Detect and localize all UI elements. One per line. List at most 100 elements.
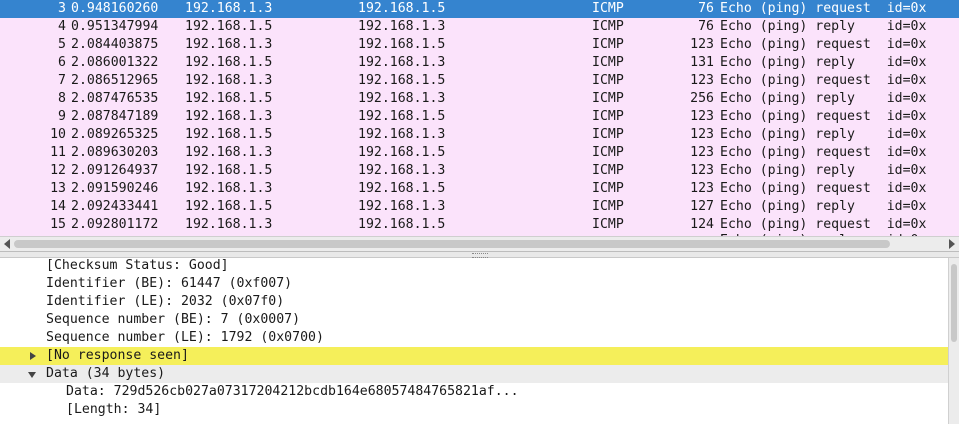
packet-info: Echo (ping) reply id=0x xyxy=(720,127,927,142)
packet-source: 192.168.1.5 xyxy=(185,199,273,214)
packet-row[interactable]: 9 2.087847189 192.168.1.3 192.168.1.5 ICMP 12… xyxy=(0,108,959,126)
packet-number: 15 xyxy=(50,217,66,232)
detail-row-no-response[interactable]: [No response seen] xyxy=(0,347,948,365)
packet-source: 192.168.1.3 xyxy=(185,145,273,160)
packet-destination: 192.168.1.3 xyxy=(358,199,446,214)
detail-text: Identifier (LE): 2032 (0x07f0) xyxy=(46,294,285,309)
horizontal-scrollbar-thumb[interactable] xyxy=(14,240,890,248)
packet-source: 192.168.1.3 xyxy=(185,181,273,196)
packet-row[interactable]: 13 2.091590246 192.168.1.3 192.168.1.5 ICMP 1… xyxy=(0,180,959,198)
packet-source: 192.168.1.5 xyxy=(185,163,273,178)
packet-number: 10 xyxy=(50,127,66,142)
packet-destination: 192.168.1.3 xyxy=(358,91,446,106)
packet-length: 123 xyxy=(690,163,714,178)
packet-info: Echo (ping) reply id=0x xyxy=(720,19,927,34)
packet-info: Echo (ping) request id=0x xyxy=(720,181,927,196)
packet-number: 11 xyxy=(50,145,66,160)
packet-length: 76 xyxy=(698,19,714,34)
detail-row-sequence-le[interactable]: Sequence number (LE): 1792 (0x0700) xyxy=(0,329,948,347)
packet-time: 0.951347994 xyxy=(71,19,159,34)
packet-number: 13 xyxy=(50,181,66,196)
packet-time: 2.089265325 xyxy=(71,127,159,142)
packet-destination: 192.168.1.5 xyxy=(358,109,446,124)
packet-info: Echo (ping) request id=0x xyxy=(720,37,927,52)
packet-destination: 192.168.1.5 xyxy=(358,217,446,232)
scroll-right-arrow-icon[interactable] xyxy=(949,239,955,249)
packet-protocol: ICMP xyxy=(592,91,624,106)
packet-row[interactable]: 11 2.089630203 192.168.1.3 192.168.1.5 ICMP 1… xyxy=(0,144,959,162)
packet-row[interactable]: 15 2.092801172 192.168.1.3 192.168.1.5 ICMP 1… xyxy=(0,216,959,234)
packet-number: 4 xyxy=(58,19,66,34)
packet-info: Echo (ping) request id=0x xyxy=(720,73,927,88)
packet-source: 192.168.1.5 xyxy=(185,19,273,34)
packet-length: 123 xyxy=(690,145,714,160)
packet-length: 123 xyxy=(690,181,714,196)
expand-arrow-icon[interactable] xyxy=(30,352,36,360)
packet-number: 7 xyxy=(58,73,66,88)
packet-protocol: ICMP xyxy=(592,181,624,196)
packet-row[interactable]: 14 2.092433441 192.168.1.5 192.168.1.3 ICMP 1… xyxy=(0,198,959,216)
packet-row[interactable]: 10 2.089265325 192.168.1.5 192.168.1.3 ICMP 1… xyxy=(0,126,959,144)
detail-text: Identifier (BE): 61447 (0xf007) xyxy=(46,276,293,291)
packet-length: 123 xyxy=(690,37,714,52)
packet-protocol: ICMP xyxy=(592,127,624,142)
packet-time: 2.092801172 xyxy=(71,217,159,232)
packet-row[interactable]: 4 0.951347994 192.168.1.5 192.168.1.3 ICMP 76… xyxy=(0,18,959,36)
packet-time: 2.086512965 xyxy=(71,73,159,88)
packet-number: 5 xyxy=(58,37,66,52)
detail-row-data[interactable]: Data (34 bytes) xyxy=(0,365,948,383)
detail-row-identifier-be[interactable]: Identifier (BE): 61447 (0xf007) xyxy=(0,275,948,293)
packet-destination: 192.168.1.5 xyxy=(358,181,446,196)
detail-row-data-length[interactable]: [Length: 34] xyxy=(0,401,948,419)
packet-details-tree[interactable]: [Checksum Status: Good] Identifier (BE):… xyxy=(0,258,948,424)
packet-info: Echo (ping) reply id=0x xyxy=(720,91,927,106)
detail-text: [No response seen] xyxy=(46,348,189,363)
packet-protocol: ICMP xyxy=(592,199,624,214)
packet-time: 2.087476535 xyxy=(71,91,159,106)
packet-destination: 192.168.1.5 xyxy=(358,73,446,88)
packet-destination: 192.168.1.5 xyxy=(358,145,446,160)
packet-row[interactable]: 7 2.086512965 192.168.1.3 192.168.1.5 ICMP 12… xyxy=(0,72,959,90)
packet-length: 124 xyxy=(690,217,714,232)
packet-protocol: ICMP xyxy=(592,145,624,160)
packet-list[interactable]: 3 0.948160260 192.168.1.3 192.168.1.5 ICMP 76… xyxy=(0,0,959,236)
packet-destination: 192.168.1.3 xyxy=(358,127,446,142)
detail-text: Data (34 bytes) xyxy=(46,366,166,381)
detail-row-checksum-status[interactable]: [Checksum Status: Good] xyxy=(0,258,948,275)
collapse-arrow-icon[interactable] xyxy=(28,372,36,378)
detail-row-sequence-be[interactable]: Sequence number (BE): 7 (0x0007) xyxy=(0,311,948,329)
packet-source: 192.168.1.3 xyxy=(185,73,273,88)
packet-list-horizontal-scrollbar[interactable] xyxy=(0,236,959,252)
packet-time: 0.948160260 xyxy=(71,1,159,16)
packet-row[interactable]: 12 2.091264937 192.168.1.5 192.168.1.3 ICMP 1… xyxy=(0,162,959,180)
packet-row-selected[interactable]: 3 0.948160260 192.168.1.3 192.168.1.5 ICMP 76… xyxy=(0,0,959,18)
packet-protocol: ICMP xyxy=(592,19,624,34)
packet-source: 192.168.1.5 xyxy=(185,91,273,106)
packet-source: 192.168.1.3 xyxy=(185,1,273,16)
packet-destination: 192.168.1.5 xyxy=(358,37,446,52)
packet-info: Echo (ping) request id=0x xyxy=(720,109,927,124)
packet-info: Echo (ping) reply id=0x xyxy=(720,55,927,70)
scroll-left-arrow-icon[interactable] xyxy=(4,239,10,249)
packet-protocol: ICMP xyxy=(592,1,624,16)
packet-row[interactable]: 6 2.086001322 192.168.1.5 192.168.1.3 ICMP 13… xyxy=(0,54,959,72)
packet-number: 8 xyxy=(58,91,66,106)
detail-row-data-value[interactable]: Data: 729d526cb027a07317204212bcdb164e68… xyxy=(0,383,948,401)
packet-length: 256 xyxy=(690,91,714,106)
packet-source: 192.168.1.3 xyxy=(185,217,273,232)
packet-row[interactable]: 5 2.084403875 192.168.1.3 192.168.1.5 ICMP 12… xyxy=(0,36,959,54)
detail-text: [Checksum Status: Good] xyxy=(46,258,229,273)
packet-time: 2.086001322 xyxy=(71,55,159,70)
packet-length: 123 xyxy=(690,109,714,124)
detail-text: [Length: 34] xyxy=(66,402,162,417)
details-vertical-scrollbar[interactable] xyxy=(948,258,959,424)
packet-protocol: ICMP xyxy=(592,37,624,52)
vertical-scrollbar-thumb[interactable] xyxy=(951,264,957,342)
packet-info: Echo (ping) request id=0x xyxy=(720,1,927,16)
packet-number: 3 xyxy=(58,1,66,16)
packet-length: 123 xyxy=(690,127,714,142)
detail-row-identifier-le[interactable]: Identifier (LE): 2032 (0x07f0) xyxy=(0,293,948,311)
packet-time: 2.091264937 xyxy=(71,163,159,178)
packet-length: 127 xyxy=(690,199,714,214)
packet-row[interactable]: 8 2.087476535 192.168.1.5 192.168.1.3 ICMP 25… xyxy=(0,90,959,108)
